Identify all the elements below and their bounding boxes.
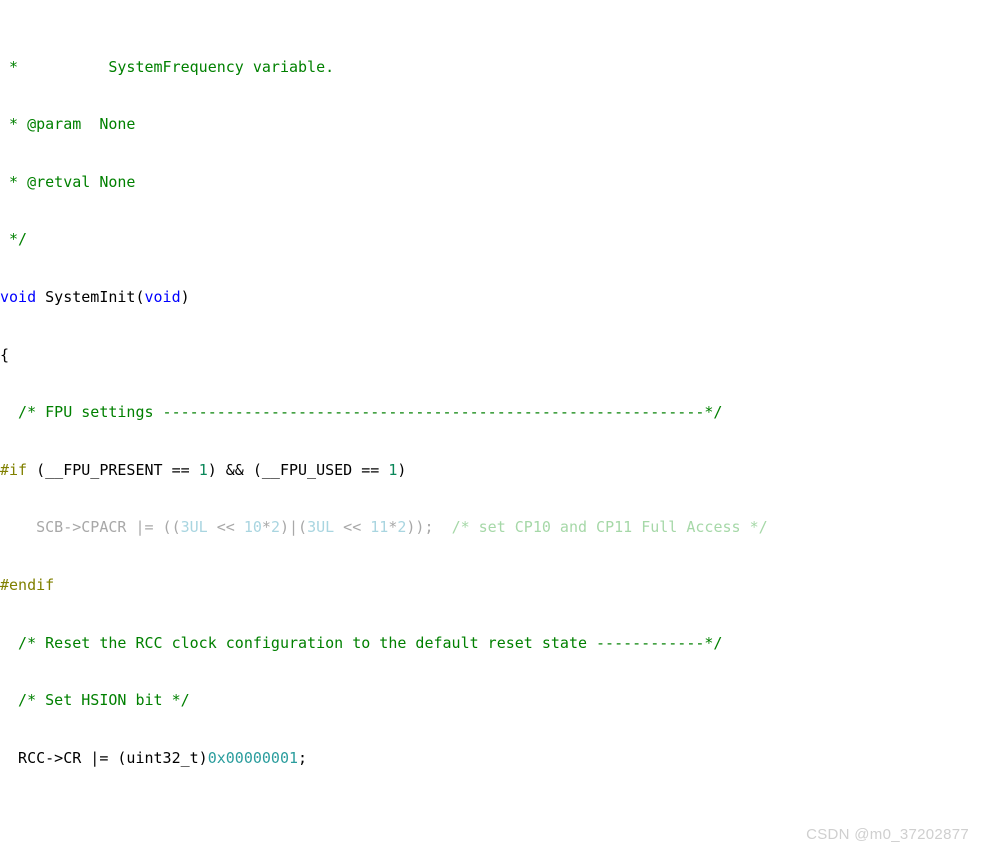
code-token: (__FPU_PRESENT == <box>27 460 199 479</box>
code-token: SCB->CPACR |= (( <box>0 518 181 537</box>
code-token: */ <box>0 230 28 249</box>
code-token: @retval <box>27 172 91 191</box>
code-token: ; <box>298 748 308 767</box>
code-editor-view[interactable]: * SystemFrequency variable. * @param Non… <box>0 0 983 850</box>
code-token: { <box>0 345 10 364</box>
code-token: 11 <box>370 518 389 537</box>
code-token: )|( <box>279 518 308 537</box>
code-token: RCC->CR |= (uint32_t) <box>0 748 208 767</box>
code-token: ) <box>397 460 407 479</box>
code-token: #endif <box>0 575 55 594</box>
code-token: void <box>144 287 181 306</box>
code-line-inactive[interactable]: SCB->CPACR |= ((3UL << 10*2)|(3UL << 11*… <box>0 518 983 537</box>
code-token: << <box>334 518 371 537</box>
code-token: 0x00000001 <box>207 748 299 767</box>
code-token: ) <box>180 287 190 306</box>
code-line[interactable]: */ <box>0 230 983 249</box>
code-line[interactable]: /* FPU settings ------------------------… <box>0 403 983 422</box>
code-token: void <box>0 287 37 306</box>
code-line[interactable]: * @param None <box>0 115 983 134</box>
code-line[interactable]: { <box>0 346 983 365</box>
code-token: 3UL <box>180 518 208 537</box>
code-token: * <box>0 172 28 191</box>
code-line[interactable]: * @retval None <box>0 173 983 192</box>
code-token: ) && (__FPU_USED == <box>207 460 389 479</box>
code-token: )); <box>406 518 452 537</box>
code-line[interactable]: * SystemFrequency variable. <box>0 58 983 77</box>
code-line[interactable]: /* Reset the RCC clock configuration to … <box>0 634 983 653</box>
code-token: 2 <box>270 518 280 537</box>
csdn-watermark: CSDN @m0_37202877 <box>806 825 969 843</box>
code-token: /* Reset the RCC clock configuration to … <box>0 633 723 652</box>
code-token: 10 <box>243 518 262 537</box>
code-token: /* Set HSION bit */ <box>0 691 190 710</box>
code-token: * <box>261 518 271 537</box>
code-token: None <box>90 172 136 191</box>
code-line[interactable]: /* Set HSION bit */ <box>0 691 983 710</box>
code-token: /* FPU settings ------------------------… <box>0 403 723 422</box>
code-token: 3UL <box>307 518 335 537</box>
code-token: * <box>0 115 28 134</box>
code-token: None <box>81 115 136 134</box>
code-token: #if <box>0 460 28 479</box>
code-line[interactable]: #endif <box>0 576 983 595</box>
code-token: @param <box>27 115 82 134</box>
code-line[interactable]: void SystemInit(void) <box>0 288 983 307</box>
code-token: SystemInit( <box>36 287 145 306</box>
code-line-blank[interactable] <box>0 806 983 825</box>
code-line[interactable]: #if (__FPU_PRESENT == 1) && (__FPU_USED … <box>0 461 983 480</box>
code-token: * SystemFrequency variable. <box>0 57 335 76</box>
code-token: 1 <box>198 460 208 479</box>
code-token: /* set CP10 and CP11 Full Access */ <box>451 518 768 537</box>
code-token: << <box>207 518 244 537</box>
code-line[interactable]: RCC->CR |= (uint32_t)0x00000001; <box>0 749 983 768</box>
